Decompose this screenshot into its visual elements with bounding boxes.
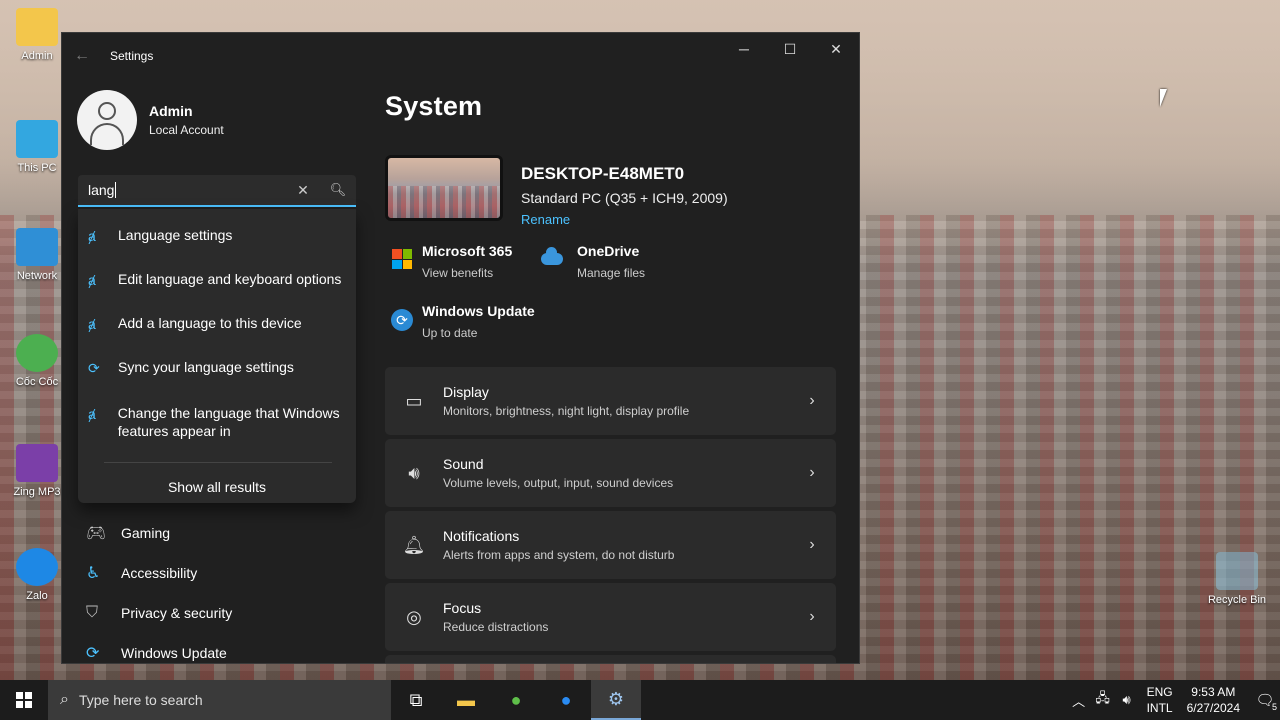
notification-count-badge: 5: [1271, 702, 1277, 712]
search-input[interactable]: lang: [88, 182, 286, 198]
rename-link[interactable]: Rename: [521, 212, 728, 227]
clear-search-icon[interactable]: ✕: [286, 182, 320, 199]
start-button[interactable]: [0, 680, 48, 720]
bell-icon: 🔔︎: [402, 534, 426, 555]
divider: [104, 462, 332, 463]
chevron-right-icon: ›: [809, 536, 815, 553]
recycle-bin-icon: [1216, 552, 1258, 590]
page-title: System: [385, 91, 483, 121]
coccoc-icon: [16, 334, 58, 372]
search-results-dropdown: ⱥ Language settings ⱥ Edit language and …: [78, 209, 356, 503]
window-controls: ─ ☐ ✕: [721, 33, 859, 65]
device-info: DESKTOP-E48MET0 Standard PC (Q35 + ICH9,…: [385, 155, 728, 227]
title-bar: ← Settings ─ ☐ ✕: [62, 33, 859, 79]
taskbar-zalo[interactable]: ●: [541, 680, 591, 720]
quick-link-onedrive[interactable]: OneDrive Manage files: [541, 243, 645, 280]
clock-date: 6/27/2024: [1186, 701, 1240, 715]
taskbar-search-box[interactable]: ⌕ Type here to search: [48, 680, 391, 720]
profile-name: Admin: [149, 103, 193, 119]
chevron-right-icon: ›: [809, 464, 815, 481]
task-view-button[interactable]: ⧉: [391, 680, 441, 720]
user-icon: [98, 102, 116, 120]
search-result-item[interactable]: ⱥ Language settings: [78, 227, 356, 244]
task-view-icon: ⧉: [409, 689, 423, 710]
maximize-button[interactable]: ☐: [767, 33, 813, 65]
monitor-icon: [16, 120, 58, 158]
search-icon: ⌕: [60, 691, 69, 708]
folder-icon: ▬: [457, 689, 475, 710]
language-icon: ⱥ: [88, 272, 96, 288]
zalo-icon: [16, 548, 58, 586]
taskbar-search-placeholder: Type here to search: [78, 692, 203, 708]
coccoc-icon: ●: [510, 689, 522, 710]
notification-center-button[interactable]: 🗨︎ 5: [1250, 691, 1280, 712]
profile-account-type: Local Account: [149, 123, 224, 137]
search-result-item[interactable]: ⱥ Change the language that Windows featu…: [78, 404, 356, 440]
volume-icon[interactable]: 🔊︎: [1115, 692, 1139, 708]
search-result-item[interactable]: ⱥ Edit language and keyboard options: [78, 271, 356, 288]
taskbar-file-explorer[interactable]: ▬: [441, 680, 491, 720]
taskbar-coccoc[interactable]: ●: [491, 680, 541, 720]
zing-mp3-icon: [16, 444, 58, 482]
clock[interactable]: 9:53 AM 6/27/2024: [1187, 684, 1240, 716]
mouse-cursor-icon: [1160, 89, 1167, 107]
device-model: Standard PC (Q35 + ICH9, 2009): [521, 190, 728, 206]
update-icon: ⟳: [86, 645, 100, 662]
settings-card-focus[interactable]: ◎ Focus Reduce distractions ›: [385, 583, 836, 651]
taskbar: ⌕ Type here to search ⧉ ▬ ● ● ⚙ ︿ 🖧︎ 🔊︎ …: [0, 680, 1280, 720]
window-title: Settings: [110, 49, 154, 63]
settings-card-partial[interactable]: [385, 655, 836, 663]
onedrive-cloud-icon: [541, 247, 563, 265]
settings-window: ← Settings ─ ☐ ✕ Admin Local Account lan…: [61, 32, 860, 664]
minimize-button[interactable]: ─: [721, 33, 767, 65]
close-button[interactable]: ✕: [813, 33, 859, 65]
language-icon: ⱥ: [88, 316, 96, 332]
chevron-right-icon: ›: [809, 392, 815, 409]
device-name: DESKTOP-E48MET0: [521, 164, 685, 183]
chevron-right-icon: ›: [809, 608, 815, 625]
avatar: [77, 90, 137, 150]
gear-icon: ⚙: [607, 688, 625, 709]
desktop-wallpaper-thumbnail[interactable]: [385, 155, 503, 221]
search-result-item[interactable]: ⱥ Add a language to this device: [78, 315, 356, 332]
sync-icon: ⟳: [88, 360, 100, 376]
update-icon: ⟳: [391, 309, 413, 331]
user-profile[interactable]: Admin Local Account: [77, 90, 224, 150]
settings-card-sound[interactable]: 🔊︎ Sound Volume levels, output, input, s…: [385, 439, 836, 507]
desktop-icon-recycle-bin[interactable]: Recycle Bin: [1202, 552, 1272, 606]
sidebar-nav: 🎮︎ Gaming ♿︎ Accessibility ⛉ Privacy & s…: [78, 513, 356, 663]
accessibility-icon: ♿︎: [86, 565, 101, 582]
folder-icon: [16, 8, 58, 46]
search-result-item[interactable]: ⟳ Sync your language settings: [78, 359, 356, 377]
settings-card-display[interactable]: ▭ Display Monitors, brightness, night li…: [385, 367, 836, 435]
speaker-icon: 🔊︎: [408, 462, 420, 483]
back-button[interactable]: ←: [74, 47, 102, 65]
microsoft-logo-icon: [392, 249, 412, 269]
settings-search-box[interactable]: lang ✕ 🔍︎: [78, 175, 356, 207]
system-tray: ︿ 🖧︎ 🔊︎ ENG INTL 9:53 AM 6/27/2024 🗨︎ 5: [1067, 680, 1280, 720]
quick-link-windows-update[interactable]: ⟳ Windows Update Up to date: [386, 303, 535, 340]
taskbar-settings[interactable]: ⚙: [591, 680, 641, 720]
zalo-icon: ●: [560, 689, 572, 710]
chevron-up-icon[interactable]: ︿: [1067, 691, 1091, 710]
sidebar-item-windows-update[interactable]: ⟳ Windows Update: [78, 633, 356, 663]
search-icon[interactable]: 🔍︎: [320, 182, 356, 198]
shield-icon: ⛉: [86, 604, 99, 621]
sidebar-item-gaming[interactable]: 🎮︎ Gaming: [78, 513, 356, 553]
network-icon[interactable]: 🖧︎: [1091, 689, 1115, 711]
language-icon: ⱥ: [88, 406, 96, 422]
clock-time: 9:53 AM: [1191, 685, 1236, 699]
input-language-indicator[interactable]: ENG INTL: [1147, 684, 1173, 716]
language-icon: ⱥ: [88, 228, 96, 244]
sidebar-item-accessibility[interactable]: ♿︎ Accessibility: [78, 553, 356, 593]
sidebar-item-privacy[interactable]: ⛉ Privacy & security: [78, 593, 356, 633]
quick-link-microsoft-365[interactable]: Microsoft 365 View benefits: [386, 243, 512, 280]
display-icon: ▭: [405, 390, 423, 411]
network-icon: [16, 228, 58, 266]
windows-logo-icon: [16, 692, 32, 708]
focus-icon: ◎: [406, 606, 422, 627]
gamepad-icon: 🎮︎: [86, 525, 107, 542]
show-all-results-button[interactable]: Show all results: [78, 479, 356, 495]
settings-card-notifications[interactable]: 🔔︎ Notifications Alerts from apps and sy…: [385, 511, 836, 579]
